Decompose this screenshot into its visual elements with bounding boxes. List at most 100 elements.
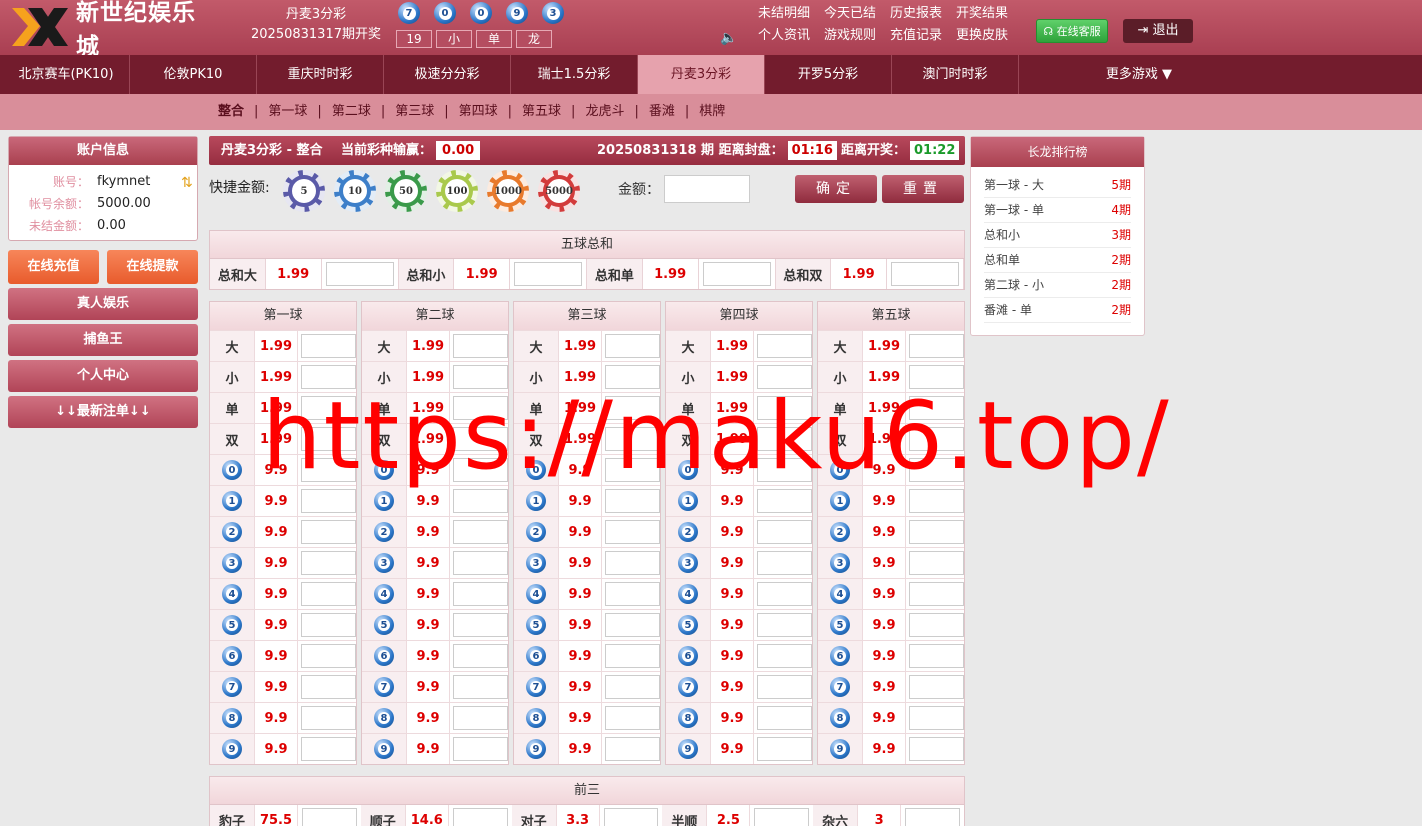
bet-input[interactable] xyxy=(302,808,357,826)
bet-input[interactable] xyxy=(909,675,964,699)
subnav-item[interactable]: 第三球 xyxy=(395,94,434,130)
bet-input[interactable] xyxy=(605,427,660,451)
subnav-item[interactable]: 第一球 xyxy=(268,94,307,130)
nav-tab[interactable]: 北京赛车(PK10) xyxy=(3,55,130,94)
bet-input[interactable] xyxy=(757,396,812,420)
bet-input[interactable] xyxy=(909,520,964,544)
bet-input[interactable] xyxy=(453,520,508,544)
logout-button[interactable]: ⇥ 退出 xyxy=(1123,19,1193,43)
chip-100-icon[interactable]: 100 xyxy=(436,170,478,212)
bet-input[interactable] xyxy=(891,262,959,286)
bet-input[interactable] xyxy=(757,582,812,606)
top-link[interactable]: 今天已结 xyxy=(824,3,876,25)
top-link[interactable]: 充值记录 xyxy=(890,25,942,47)
sidebar-menu-button[interactable]: ↓↓最新注单↓↓ xyxy=(8,396,198,428)
bet-input[interactable] xyxy=(453,489,508,513)
bet-input[interactable] xyxy=(909,737,964,761)
chip-5000-icon[interactable]: 5000 xyxy=(538,170,580,212)
bet-input[interactable] xyxy=(757,427,812,451)
top-link[interactable]: 游戏规则 xyxy=(824,25,876,47)
bet-input[interactable] xyxy=(909,489,964,513)
bet-input[interactable] xyxy=(605,706,660,730)
bet-input[interactable] xyxy=(301,365,356,389)
bet-input[interactable] xyxy=(453,334,508,358)
chip-10-icon[interactable]: 10 xyxy=(334,170,376,212)
bet-input[interactable] xyxy=(325,262,394,286)
subnav-item[interactable]: 棋牌 xyxy=(699,94,725,130)
top-link[interactable]: 历史报表 xyxy=(890,3,942,25)
bet-input[interactable] xyxy=(301,520,356,544)
sidebar-menu-button[interactable]: 个人中心 xyxy=(8,360,198,392)
bet-input[interactable] xyxy=(452,808,508,826)
bet-input[interactable] xyxy=(754,808,810,826)
subnav-item[interactable]: 龙虎斗 xyxy=(585,94,624,130)
bet-input[interactable] xyxy=(453,458,508,482)
chip-50-icon[interactable]: 50 xyxy=(385,170,427,212)
bet-input[interactable] xyxy=(301,458,356,482)
bet-input[interactable] xyxy=(757,365,812,389)
bet-input[interactable] xyxy=(453,427,508,451)
bet-input[interactable] xyxy=(453,644,508,668)
bet-input[interactable] xyxy=(757,551,812,575)
bet-input[interactable] xyxy=(909,644,964,668)
bet-input[interactable] xyxy=(605,396,660,420)
subnav-item[interactable]: 第二球 xyxy=(332,94,371,130)
bet-input[interactable] xyxy=(909,582,964,606)
bet-input[interactable] xyxy=(605,551,660,575)
bet-input[interactable] xyxy=(909,427,964,451)
bet-input[interactable] xyxy=(453,582,508,606)
withdraw-button[interactable]: 在线提款 xyxy=(107,250,198,284)
bet-input[interactable] xyxy=(453,551,508,575)
recharge-button[interactable]: 在线充值 xyxy=(8,250,99,284)
subnav-item[interactable]: 番滩 xyxy=(649,94,675,130)
bet-input[interactable] xyxy=(605,613,660,637)
bet-input[interactable] xyxy=(301,396,356,420)
online-service-button[interactable]: ☊ 在线客服 xyxy=(1036,19,1108,43)
chip-1000-icon[interactable]: 1000 xyxy=(487,170,529,212)
sidebar-menu-button[interactable]: 真人娱乐 xyxy=(8,288,198,320)
bet-input[interactable] xyxy=(757,520,812,544)
top-link[interactable]: 开奖结果 xyxy=(956,3,1008,25)
bet-input[interactable] xyxy=(453,396,508,420)
subnav-item[interactable]: 第四球 xyxy=(459,94,498,130)
nav-tab[interactable]: 丹麦3分彩 xyxy=(638,55,765,94)
bet-input[interactable] xyxy=(909,706,964,730)
bet-input[interactable] xyxy=(605,365,660,389)
bet-input[interactable] xyxy=(605,520,660,544)
top-link[interactable]: 个人资讯 xyxy=(758,25,810,47)
bet-input[interactable] xyxy=(605,675,660,699)
bet-input[interactable] xyxy=(909,365,964,389)
bet-input[interactable] xyxy=(757,334,812,358)
bet-input[interactable] xyxy=(514,262,582,286)
bet-input[interactable] xyxy=(301,334,356,358)
bet-input[interactable] xyxy=(301,644,356,668)
bet-input[interactable] xyxy=(603,808,659,826)
nav-tab[interactable]: 开罗5分彩 xyxy=(765,55,892,94)
bet-input[interactable] xyxy=(453,365,508,389)
bet-input[interactable] xyxy=(757,458,812,482)
bet-input[interactable] xyxy=(702,262,771,286)
bet-input[interactable] xyxy=(453,675,508,699)
nav-more-games[interactable]: 更多游戏 ▼ xyxy=(1019,55,1259,94)
bet-input[interactable] xyxy=(605,458,660,482)
bet-input[interactable] xyxy=(757,613,812,637)
bet-input[interactable] xyxy=(453,613,508,637)
top-link[interactable]: 更换皮肤 xyxy=(956,25,1008,47)
refresh-icon[interactable]: ⇅ xyxy=(181,175,193,191)
nav-tab[interactable]: 澳门时时彩 xyxy=(892,55,1019,94)
nav-tab[interactable]: 重庆时时彩 xyxy=(257,55,384,94)
bet-input[interactable] xyxy=(905,808,960,826)
bet-input[interactable] xyxy=(605,334,660,358)
bet-input[interactable] xyxy=(301,613,356,637)
bet-input[interactable] xyxy=(605,582,660,606)
chip-5-icon[interactable]: 5 xyxy=(283,170,325,212)
bet-input[interactable] xyxy=(605,644,660,668)
bet-input[interactable] xyxy=(301,489,356,513)
amount-input[interactable] xyxy=(664,175,750,203)
confirm-button[interactable]: 确定 xyxy=(795,175,877,203)
bet-input[interactable] xyxy=(757,489,812,513)
bet-input[interactable] xyxy=(301,706,356,730)
sound-icon[interactable]: 🔈 xyxy=(720,30,737,46)
bet-input[interactable] xyxy=(301,675,356,699)
bet-input[interactable] xyxy=(301,737,356,761)
